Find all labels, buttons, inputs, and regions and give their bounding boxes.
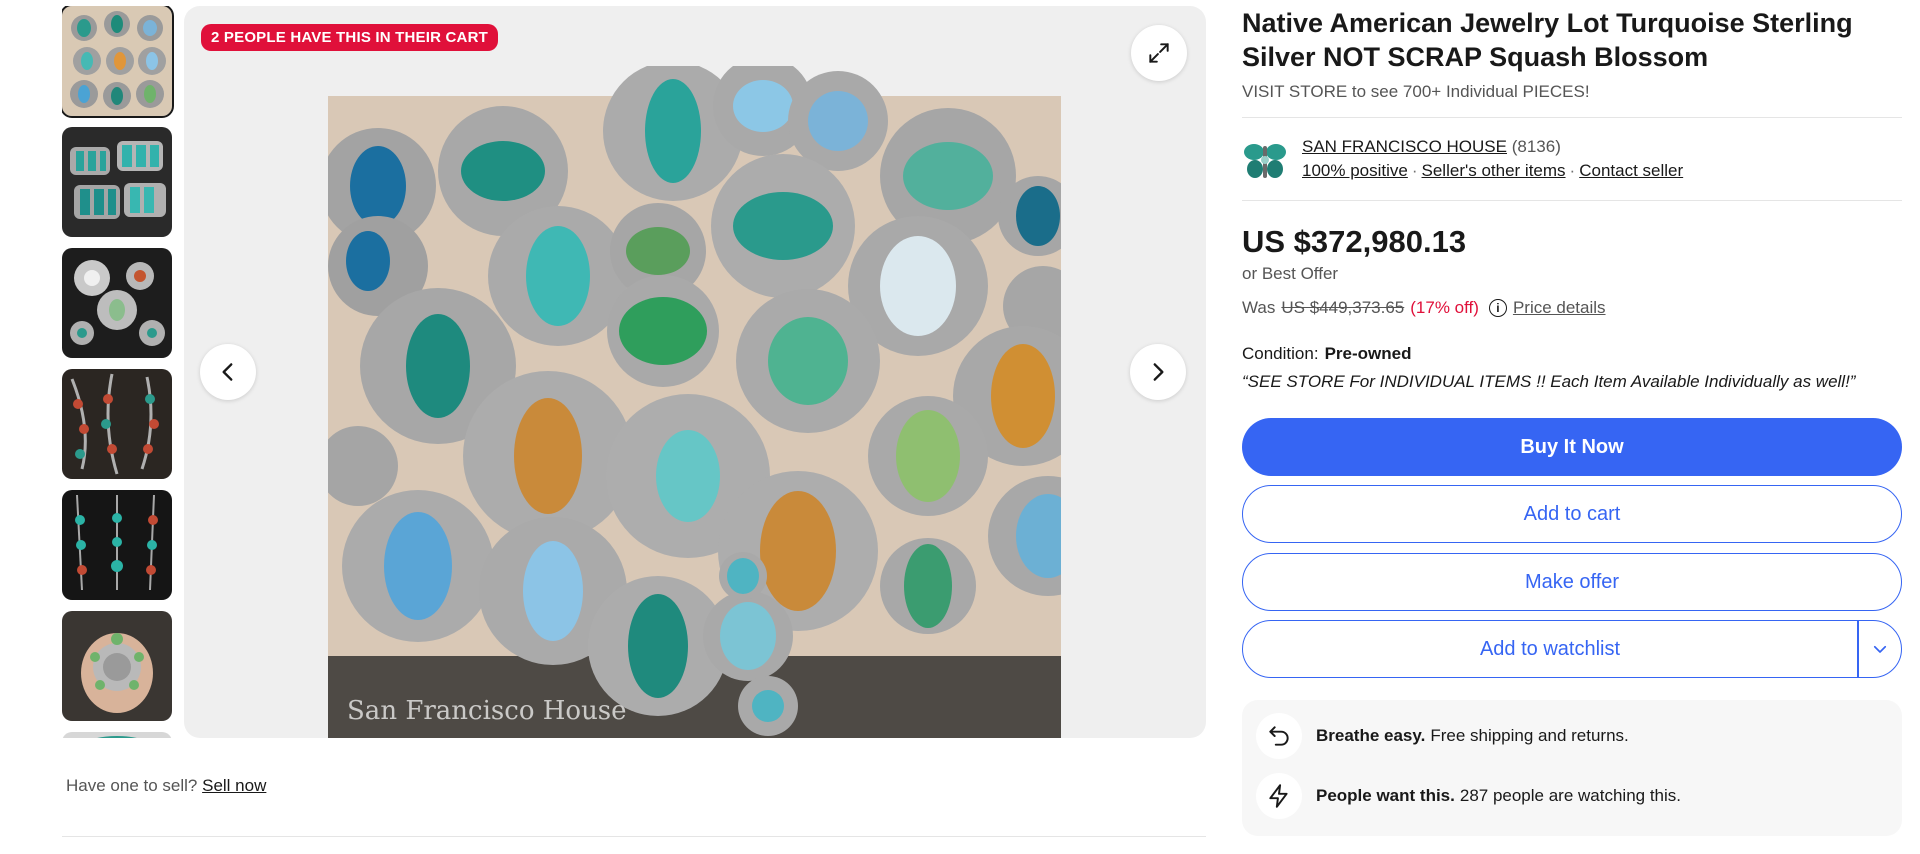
condition-label: Condition: bbox=[1242, 344, 1319, 363]
chevron-left-icon bbox=[222, 363, 233, 381]
seller-other-items-link[interactable]: Seller's other items bbox=[1422, 161, 1566, 180]
divider bbox=[1242, 117, 1902, 118]
product-photo bbox=[328, 66, 1061, 738]
perk-watchers: People want this. 287 people are watchin… bbox=[1256, 773, 1681, 819]
seller-name-line: SAN FRANCISCO HOUSE (8136) bbox=[1302, 137, 1561, 157]
thumbnail-2[interactable] bbox=[62, 127, 172, 237]
returns-icon bbox=[1256, 713, 1302, 759]
main-image-viewer[interactable]: San Francisco House 2 PEOPLE HAVE THIS I… bbox=[184, 6, 1206, 738]
thumbnail-3[interactable] bbox=[62, 248, 172, 358]
sell-prompt-text: Have one to sell? bbox=[66, 776, 198, 795]
separator: · bbox=[1411, 161, 1418, 180]
price-details-link[interactable]: Price details bbox=[1513, 298, 1606, 318]
thumbnail-6[interactable] bbox=[62, 611, 172, 721]
photo-watermark: San Francisco House bbox=[347, 696, 627, 726]
was-price: US $449,373.65 bbox=[1281, 298, 1405, 317]
perks-panel: Breathe easy. Free shipping and returns.… bbox=[1242, 700, 1902, 836]
expand-icon bbox=[1149, 43, 1169, 63]
divider bbox=[1242, 200, 1902, 201]
price: US $372,980.13 bbox=[1242, 224, 1467, 259]
add-to-cart-button[interactable]: Add to cart bbox=[1242, 485, 1902, 543]
info-icon[interactable]: i bbox=[1488, 299, 1507, 317]
was-label: Was bbox=[1242, 298, 1276, 317]
seller-name-link[interactable]: SAN FRANCISCO HOUSE bbox=[1302, 137, 1507, 156]
next-image-button[interactable] bbox=[1130, 344, 1186, 400]
condition-value: Pre-owned bbox=[1324, 344, 1412, 363]
sell-prompt: Have one to sell? Sell now bbox=[66, 776, 266, 796]
thumbnail-7[interactable] bbox=[62, 732, 172, 738]
thumbnail-4[interactable] bbox=[62, 369, 172, 479]
chevron-down-icon bbox=[1873, 645, 1887, 653]
listing-title: Native American Jewelry Lot Turquoise St… bbox=[1242, 8, 1853, 72]
perk-bold: People want this. bbox=[1316, 786, 1455, 805]
previous-image-button[interactable] bbox=[200, 344, 256, 400]
thumbnail-1[interactable] bbox=[62, 6, 174, 118]
make-offer-button[interactable]: Make offer bbox=[1242, 553, 1902, 611]
was-price-line: Was US $449,373.65 (17% off) i Price det… bbox=[1242, 298, 1606, 318]
perk-text: Free shipping and returns. bbox=[1430, 726, 1629, 745]
thumbnail-5[interactable] bbox=[62, 490, 172, 600]
listing-subtitle: VISIT STORE to see 700+ Individual PIECE… bbox=[1242, 82, 1590, 101]
discount-text: (17% off) bbox=[1410, 298, 1479, 317]
condition-description: “SEE STORE For INDIVIDUAL ITEMS !! Each … bbox=[1242, 372, 1856, 391]
cart-count-badge: 2 PEOPLE HAVE THIS IN THEIR CART bbox=[201, 24, 498, 51]
separator: · bbox=[1569, 161, 1576, 180]
contact-seller-link[interactable]: Contact seller bbox=[1579, 161, 1683, 180]
lightning-icon bbox=[1256, 773, 1302, 819]
perk-free-shipping: Breathe easy. Free shipping and returns. bbox=[1256, 713, 1629, 759]
watchlist-button-group: Add to watchlist bbox=[1242, 620, 1902, 678]
seller-links: 100% positive · Seller's other items · Conta… bbox=[1302, 161, 1683, 181]
best-offer-text: or Best Offer bbox=[1242, 264, 1339, 283]
sell-now-link[interactable]: Sell now bbox=[202, 776, 266, 795]
condition-line: Condition: Pre-owned bbox=[1242, 344, 1411, 364]
expand-button[interactable] bbox=[1131, 25, 1187, 81]
chevron-right-icon bbox=[1153, 363, 1164, 381]
thumbnail-strip[interactable] bbox=[62, 6, 174, 738]
divider bbox=[62, 836, 1206, 837]
seller-feedback-count: (8136) bbox=[1511, 137, 1561, 156]
perk-text: 287 people are watching this. bbox=[1459, 786, 1682, 805]
add-to-watchlist-button[interactable]: Add to watchlist bbox=[1243, 638, 1857, 661]
seller-avatar[interactable] bbox=[1242, 138, 1288, 184]
seller-positive-link[interactable]: 100% positive bbox=[1302, 161, 1408, 180]
watchlist-dropdown-button[interactable] bbox=[1857, 621, 1903, 677]
perk-bold: Breathe easy. bbox=[1316, 726, 1426, 745]
buy-it-now-button[interactable]: Buy It Now bbox=[1242, 418, 1902, 476]
